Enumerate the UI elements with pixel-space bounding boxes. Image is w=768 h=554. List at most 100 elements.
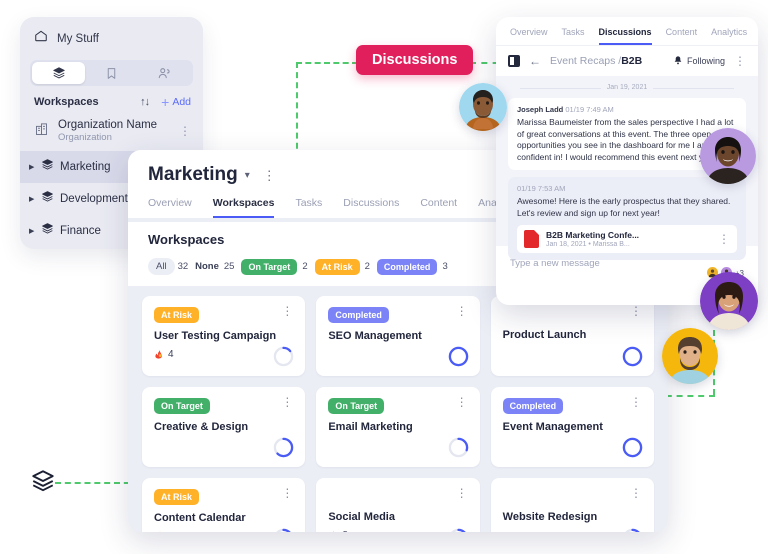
card-title: Creative & Design	[154, 421, 293, 433]
card-menu-icon[interactable]: ⋮	[630, 398, 642, 406]
discussions-toolbar: ← Event Recaps /B2B Following ⋮	[496, 45, 758, 76]
card-menu-icon[interactable]: ⋮	[456, 489, 468, 497]
pdf-icon	[524, 230, 539, 248]
discussions-menu-icon[interactable]: ⋮	[734, 57, 746, 66]
sidebar-item-label: Development	[60, 193, 128, 205]
chevron-down-icon[interactable]: ▾	[245, 170, 250, 181]
discussions-tab-content[interactable]: Content	[666, 27, 698, 45]
discussions-tab-tasks[interactable]: Tasks	[562, 27, 585, 45]
sidebar-tab-people[interactable]	[138, 62, 191, 84]
filter-all[interactable]: All32	[148, 258, 188, 275]
tab-overview[interactable]: Overview	[148, 197, 192, 218]
filter-label: All	[148, 258, 175, 275]
card-meta-value: 4	[168, 349, 174, 360]
organization-name: Organization Name	[58, 119, 170, 132]
discussions-tab-discussions[interactable]: Discussions	[599, 27, 652, 45]
tab-workspaces[interactable]: Workspaces	[213, 197, 275, 218]
card-meta-item: 2	[186, 530, 206, 532]
card-top-row: On Target⋮	[154, 398, 293, 414]
filter-label: At Risk	[315, 259, 360, 275]
card-title: Product Launch	[503, 329, 642, 341]
bell-icon	[673, 55, 683, 68]
sidebar-item-label: Marketing	[60, 161, 111, 173]
workspace-card[interactable]: ⋮Social Media8	[316, 478, 479, 532]
sidebar-toggle-icon[interactable]	[508, 55, 520, 67]
workspace-card[interactable]: ⋮Website Redesign	[491, 478, 654, 532]
add-workspace-button[interactable]: + Add	[161, 96, 191, 108]
filter-ontarget[interactable]: On Target2	[241, 259, 307, 275]
card-meta-item: 4	[154, 348, 174, 360]
card-status-badge: Completed	[328, 307, 389, 323]
card-top-row: At Risk ⋮	[154, 307, 293, 323]
expand-caret-icon[interactable]: ▶	[29, 195, 35, 203]
progress-ring	[448, 528, 469, 532]
attachment-detail: Jan 18, 2021 • Marissa B...	[546, 241, 711, 248]
sidebar-section-title: Workspaces	[34, 96, 140, 108]
message-header: 01/19 7:53 AM	[517, 184, 737, 193]
attachment-name: B2B Marketing Confe...	[546, 230, 711, 240]
tab-content[interactable]: Content	[420, 197, 457, 218]
tab-tasks[interactable]: Tasks	[295, 197, 322, 218]
discussions-tab-analytics[interactable]: Analytics	[711, 27, 747, 45]
progress-ring	[273, 437, 294, 458]
card-top-row: On Target⋮	[328, 398, 467, 414]
card-menu-icon[interactable]: ⋮	[456, 307, 468, 315]
sidebar-my-stuff[interactable]: My Stuff	[20, 17, 203, 58]
attachment-menu-icon[interactable]: ⋮	[718, 235, 730, 244]
card-title: Content Calendar	[154, 512, 293, 524]
progress-ring	[448, 346, 469, 367]
expand-caret-icon[interactable]: ▶	[29, 227, 35, 235]
sort-icon[interactable]: ↑↓	[140, 96, 149, 108]
card-meta-item: 1	[154, 530, 175, 532]
workspace-card[interactable]: On Target⋮ Creative & Design	[142, 387, 305, 467]
card-top-row: ⋮	[503, 307, 642, 322]
filter-atrisk[interactable]: At Risk2	[315, 259, 370, 275]
filter-label: Completed	[377, 259, 438, 275]
breadcrumb-parent[interactable]: Event Recaps /	[550, 55, 621, 67]
message-time: 01/19 7:53 AM	[517, 184, 565, 193]
sidebar-tab-group	[30, 60, 193, 86]
card-menu-icon[interactable]: ⋮	[281, 307, 293, 315]
organization-menu-icon[interactable]: ⋮	[179, 127, 191, 136]
expand-caret-icon[interactable]: ▶	[29, 163, 35, 171]
card-title: Email Marketing	[328, 421, 467, 433]
workspace-card[interactable]: At Risk⋮User Testing Campaign4	[142, 296, 305, 376]
layers-icon	[41, 190, 54, 208]
sidebar-tab-layers[interactable]	[32, 62, 85, 84]
card-menu-icon[interactable]: ⋮	[456, 398, 468, 406]
sidebar-organization-row[interactable]: Organization Name Organization ⋮	[20, 114, 203, 151]
marketing-menu-icon[interactable]: ⋮	[263, 171, 276, 180]
sidebar-workspaces-header: Workspaces ↑↓ + Add	[20, 86, 203, 114]
card-meta-value: 8	[342, 530, 348, 533]
workspace-card[interactable]: Completed⋮SEO Management	[316, 296, 479, 376]
filter-none[interactable]: None25	[195, 261, 234, 272]
following-label: Following	[687, 56, 725, 66]
layers-icon	[41, 158, 54, 176]
following-button[interactable]: Following	[673, 55, 725, 68]
progress-ring	[622, 437, 643, 458]
sidebar-tab-bookmarks[interactable]	[85, 62, 138, 84]
card-top-row: Completed ⋮	[328, 307, 467, 323]
card-menu-icon[interactable]: ⋮	[630, 489, 642, 497]
back-arrow-icon[interactable]: ←	[529, 54, 541, 68]
card-menu-icon[interactable]: ⋮	[281, 489, 293, 497]
card-status-badge: At Risk	[154, 307, 199, 323]
sidebar-my-stuff-label: My Stuff	[57, 33, 99, 45]
message-header: Joseph Ladd 01/19 7:49 AM	[517, 105, 737, 114]
home-icon	[34, 29, 48, 48]
workspace-card[interactable]: At Risk⋮Content Calendar12	[142, 478, 305, 532]
workspace-card[interactable]: On Target⋮ Email Marketing	[316, 387, 479, 467]
workspace-card[interactable]: ⋮ Product Launch	[491, 296, 654, 376]
warning-icon	[154, 530, 166, 532]
tab-discussions[interactable]: Discussions	[343, 197, 399, 218]
card-menu-icon[interactable]: ⋮	[281, 398, 293, 406]
add-workspace-label: Add	[172, 96, 191, 108]
filter-label: On Target	[241, 259, 297, 275]
card-menu-icon[interactable]: ⋮	[630, 307, 642, 315]
avatar-participant-2	[700, 128, 756, 184]
filter-completed[interactable]: Completed3	[377, 259, 448, 275]
composer-placeholder: Type a new message	[510, 258, 600, 269]
discussions-tab-overview[interactable]: Overview	[510, 27, 548, 45]
layers-icon	[41, 222, 54, 240]
workspace-card[interactable]: Completed⋮Event Management	[491, 387, 654, 467]
